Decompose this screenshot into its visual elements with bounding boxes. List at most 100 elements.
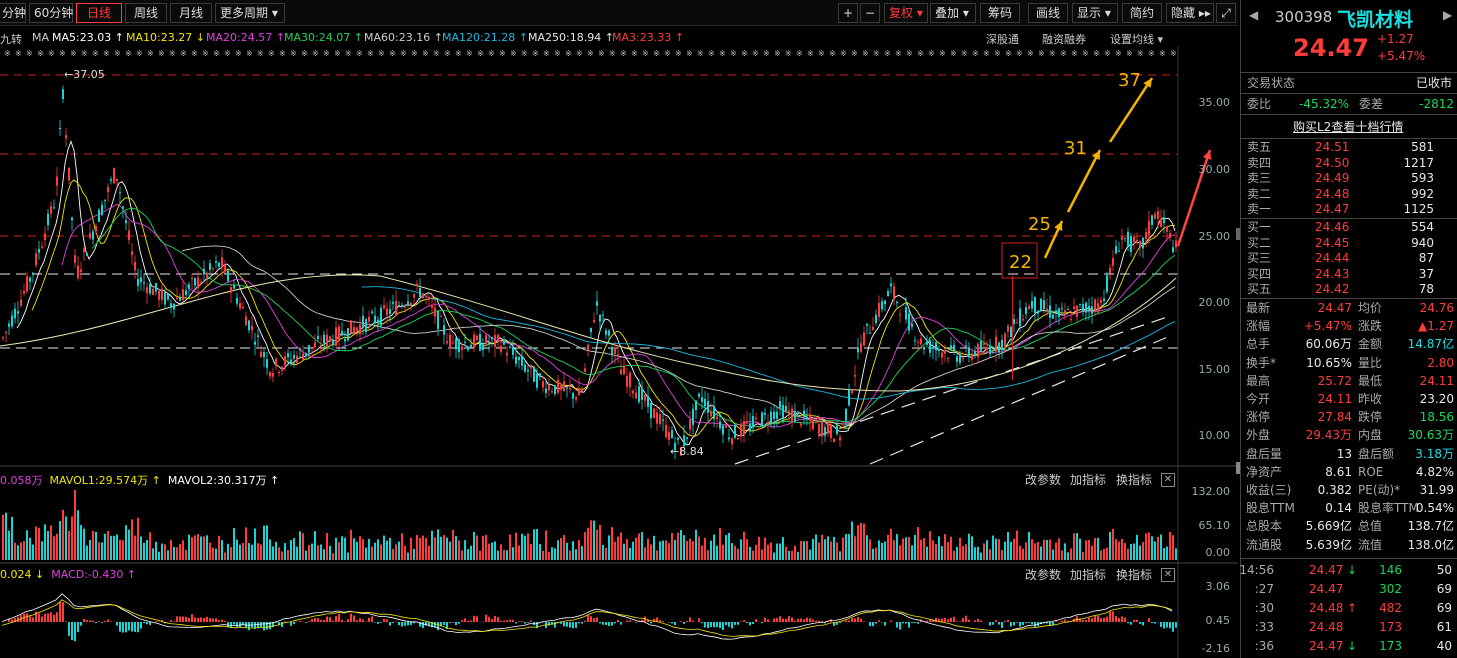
- candle-body: [791, 408, 793, 423]
- volume-bar: [1034, 543, 1036, 560]
- period-60min-button[interactable]: 60分钟: [29, 3, 73, 23]
- stats-row: 净资产 8.61 ROE 4.82%: [1241, 464, 1457, 481]
- event-marker: ※: [1027, 49, 1034, 58]
- volume-bar: [1097, 537, 1099, 560]
- event-marker: ※: [653, 49, 660, 58]
- macd-bar: [59, 602, 61, 622]
- macd-bar: [383, 618, 385, 622]
- macd-switch-indicator-button[interactable]: 换指标: [1116, 566, 1152, 583]
- volume-bar: [464, 540, 466, 560]
- macd-bar: [503, 620, 505, 622]
- volume-bar: [395, 544, 397, 560]
- volume-bar: [683, 535, 685, 560]
- volume-bar: [116, 534, 118, 560]
- next-stock-icon[interactable]: ▶: [1443, 8, 1452, 22]
- period-weekly-button[interactable]: 周线: [125, 3, 167, 23]
- volume-bar: [686, 540, 688, 560]
- candle-body: [698, 393, 700, 397]
- macd-close-icon[interactable]: ✕: [1161, 568, 1175, 582]
- candle-body: [5, 331, 7, 333]
- hide-panel-button[interactable]: 隐藏 ▸▸: [1166, 3, 1214, 23]
- ma-settings-dropdown[interactable]: 设置均线 ▾: [1110, 31, 1163, 47]
- ask-row: 卖四 24.50 1217: [1241, 156, 1457, 172]
- volume-bar: [827, 536, 829, 560]
- event-marker: ※: [917, 49, 924, 58]
- volume-bar: [914, 534, 916, 560]
- macd-bar: [485, 614, 487, 622]
- candle-body: [1091, 306, 1093, 314]
- event-marker: ※: [268, 49, 275, 58]
- candle-body: [653, 408, 655, 419]
- candle-body: [218, 262, 220, 267]
- ask-book: 卖五 24.51 581 卖四 24.50 1217 卖三 24.49 593 卖二 24.48 99…: [1241, 140, 1457, 220]
- volume-bar: [1172, 535, 1174, 560]
- overlay-dropdown[interactable]: 叠加 ▾: [930, 3, 976, 23]
- margin-trading-link[interactable]: 融资融券: [1042, 31, 1086, 47]
- l2-link-row[interactable]: 购买L2查看十档行情: [1241, 119, 1457, 136]
- sz-connect-link[interactable]: 深股通: [986, 31, 1019, 47]
- candle-body: [638, 386, 640, 402]
- adjust-dropdown[interactable]: 复权 ▾: [884, 3, 928, 23]
- candle-body: [1097, 303, 1099, 313]
- chips-button[interactable]: 筹码: [980, 3, 1020, 23]
- candle-body: [1148, 220, 1150, 235]
- zoom-out-button[interactable]: −: [860, 3, 880, 23]
- candle-body: [848, 390, 850, 406]
- simple-mode-button[interactable]: 简约: [1122, 3, 1162, 23]
- candle-body: [470, 344, 472, 348]
- macd-bar: [398, 622, 400, 626]
- macd-bar: [1103, 617, 1105, 622]
- bid-price: 24.44: [1315, 251, 1350, 266]
- candle-body: [806, 418, 808, 420]
- candle-body: [44, 233, 46, 241]
- l2-quote-link[interactable]: 购买L2查看十档行情: [1293, 119, 1403, 136]
- vol-switch-indicator-button[interactable]: 换指标: [1116, 471, 1152, 488]
- ask-volume: 992: [1411, 186, 1434, 201]
- candle-body: [50, 206, 52, 214]
- volume-bar: [68, 530, 70, 560]
- candle-body: [827, 422, 829, 434]
- macd-change-params-button[interactable]: 改参数: [1025, 566, 1061, 583]
- stat-label: 内盘: [1358, 428, 1383, 443]
- fullscreen-icon[interactable]: ⤢: [1216, 3, 1236, 23]
- volume-bar: [200, 536, 202, 560]
- candle-body: [161, 288, 163, 300]
- vol-close-icon[interactable]: ✕: [1161, 473, 1175, 487]
- vol-change-params-button[interactable]: 改参数: [1025, 471, 1061, 488]
- macd-bar: [1049, 622, 1051, 626]
- candle-body: [248, 320, 250, 331]
- candle-body: [1175, 240, 1177, 248]
- volume-bar: [977, 546, 979, 560]
- vol-add-indicator-button[interactable]: 加指标: [1070, 471, 1106, 488]
- volume-bar: [182, 540, 184, 560]
- candle-body: [551, 391, 553, 393]
- period-minute-button[interactable]: 分钟: [0, 3, 26, 23]
- volume-bar: [605, 547, 607, 560]
- macd-add-indicator-button[interactable]: 加指标: [1070, 566, 1106, 583]
- ma20-value: MA20:24.57 ↑: [206, 31, 285, 44]
- event-marker: ※: [158, 49, 165, 58]
- period-daily-button[interactable]: 日线: [76, 3, 122, 23]
- candle-body: [413, 294, 415, 298]
- volume-bar: [962, 545, 964, 560]
- candle-body: [314, 342, 316, 348]
- candle-body: [1004, 333, 1006, 346]
- period-monthly-button[interactable]: 月线: [170, 3, 212, 23]
- stats-row: 今开 24.11 昨收 23.20: [1241, 391, 1457, 408]
- draw-line-button[interactable]: 画线: [1028, 3, 1068, 23]
- more-periods-dropdown[interactable]: 更多周期 ▾: [215, 3, 285, 23]
- display-dropdown[interactable]: 显示 ▾: [1072, 3, 1118, 23]
- volume-bar: [170, 539, 172, 560]
- volume-bar: [113, 535, 115, 560]
- candle-body: [461, 346, 463, 350]
- volume-bar: [53, 536, 55, 560]
- prev-stock-icon[interactable]: ◀: [1249, 8, 1258, 22]
- ask-volume: 1125: [1403, 202, 1434, 217]
- candle-body: [389, 309, 391, 315]
- candle-body: [524, 364, 526, 372]
- macd-bar: [119, 622, 121, 632]
- volume-bar: [512, 547, 514, 560]
- macd-bar: [368, 617, 370, 622]
- zoom-in-button[interactable]: +: [838, 3, 858, 23]
- event-marker: ※: [873, 49, 880, 58]
